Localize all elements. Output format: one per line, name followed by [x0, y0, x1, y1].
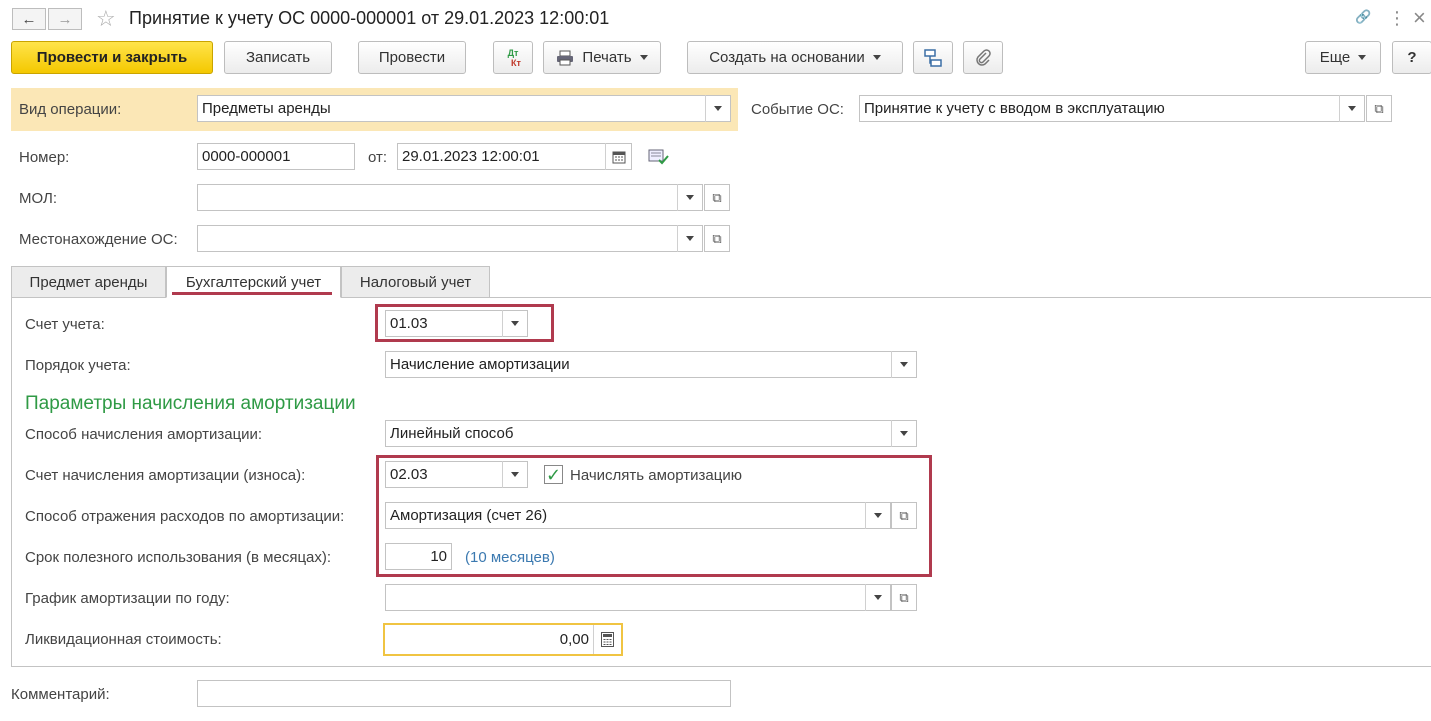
method-dropdown-icon[interactable]: [891, 420, 916, 447]
term-label: Срок полезного использования (в месяцах)…: [25, 549, 332, 566]
liquidation-value: 0,00: [559, 631, 589, 648]
depreciation-highlight: [376, 455, 932, 577]
method-select[interactable]: Линейный способ: [385, 420, 917, 447]
expense-label: Способ отражения расходов по амортизации…: [25, 508, 345, 525]
order-label: Порядок учета:: [25, 357, 131, 374]
account-highlight: [375, 304, 554, 342]
method-value: Линейный способ: [390, 425, 514, 442]
account-label: Счет учета:: [25, 316, 105, 333]
schedule-select[interactable]: [385, 584, 891, 611]
liquidation-label: Ликвидационная стоимость:: [25, 631, 222, 648]
schedule-open-icon[interactable]: ⧉: [891, 584, 917, 611]
calculator-icon: [601, 632, 614, 647]
section-title: Параметры начисления амортизации: [25, 393, 356, 414]
order-value: Начисление амортизации: [390, 356, 570, 373]
method-label: Способ начисления амортизации:: [25, 426, 263, 443]
schedule-label: График амортизации по году:: [25, 590, 230, 607]
calculator-button[interactable]: [593, 625, 621, 654]
liquidation-input[interactable]: 0,00: [383, 623, 623, 656]
schedule-dropdown-icon[interactable]: [865, 584, 890, 611]
depr-account-label: Счет начисления амортизации (износа):: [25, 467, 306, 484]
order-select[interactable]: Начисление амортизации: [385, 351, 917, 378]
order-dropdown-icon[interactable]: [891, 351, 916, 378]
